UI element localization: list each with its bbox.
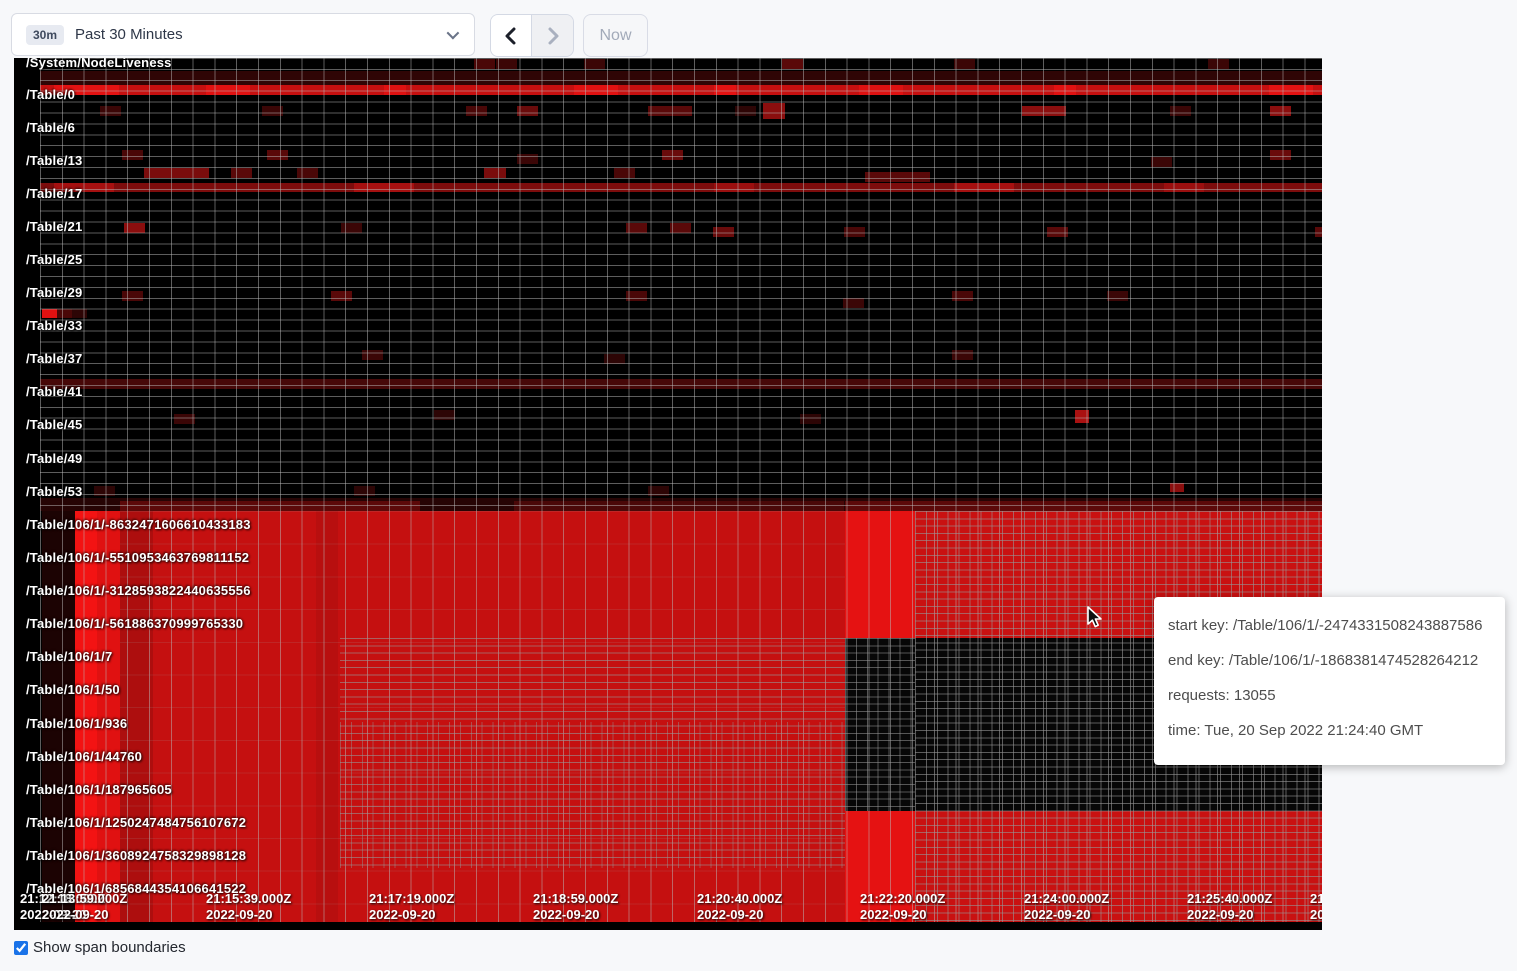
cell-tooltip: start key: /Table/106/1/-247433150824388… xyxy=(1154,597,1505,765)
heatmap-x-axis-label: 21:17:19.000Z2022-09-20 xyxy=(369,891,454,923)
heatmap-canvas[interactable]: /System/NodeLiveness/Table/0/Table/6/Tab… xyxy=(14,58,1322,930)
heatmap-row-label: /Table/29 xyxy=(26,285,82,300)
chevron-left-icon xyxy=(503,26,519,46)
heatmap-row-label: /Table/37 xyxy=(26,351,82,366)
tooltip-start-key: start key: /Table/106/1/-247433150824388… xyxy=(1154,608,1505,643)
show-span-boundaries-label: Show span boundaries xyxy=(33,939,186,956)
heatmap-row-label: /Table/106/1/-561886370999765330 xyxy=(26,616,243,631)
heatmap-row-label: /Table/106/1/50 xyxy=(26,682,120,697)
heatmap-row-label: /Table/13 xyxy=(26,153,82,168)
heatmap-x-axis-label: 21:27:20.000Z2022-09-20 xyxy=(1310,891,1322,923)
heatmap-row-label: /Table/106/1/44760 xyxy=(26,749,142,764)
heatmap-region xyxy=(14,922,1322,930)
chevron-down-icon xyxy=(447,27,460,40)
back-button[interactable] xyxy=(491,15,532,56)
time-range-label: Past 30 Minutes xyxy=(75,26,183,43)
heatmap-gridlines xyxy=(845,638,915,811)
heatmap-x-axis-label: 21:18:59.000Z2022-09-20 xyxy=(533,891,618,923)
heatmap-row-label: /Table/106/1/936 xyxy=(26,716,127,731)
now-button[interactable]: Now xyxy=(583,14,648,57)
heatmap-row-label: /Table/106/1/1250247484756107672 xyxy=(26,815,246,830)
heatmap-row-label: /Table/6 xyxy=(26,120,75,135)
footer: Show span boundaries xyxy=(14,939,186,956)
time-range-select[interactable]: 30m Past 30 Minutes xyxy=(11,13,475,56)
heatmap-row-label: /Table/21 xyxy=(26,219,82,234)
heatmap-gridlines xyxy=(340,722,845,868)
heatmap-x-axis-label: 21:20:40.000Z2022-09-20 xyxy=(697,891,782,923)
forward-button[interactable] xyxy=(532,15,573,56)
heatmap-row-label: /Table/106/1/-8632471606610433183 xyxy=(26,517,251,532)
heatmap-row-label: /Table/106/1/3608924758329898128 xyxy=(26,848,246,863)
heatmap-row-label: /Table/0 xyxy=(26,87,75,102)
heatmap-row-label: /Table/41 xyxy=(26,384,82,399)
heatmap-row-label: /Table/49 xyxy=(26,451,82,466)
heatmap-row-label: /System/NodeLiveness xyxy=(26,58,172,70)
heatmap-row-label: /Table/106/1/187965605 xyxy=(26,782,172,797)
tooltip-end-key: end key: /Table/106/1/-18683814745282642… xyxy=(1154,643,1505,678)
heatmap-row-label: /Table/106/1/7 xyxy=(26,649,112,664)
heatmap-row-label: /Table/106/1/-3128593822440635556 xyxy=(26,583,251,598)
heatmap-row-label: /Table/25 xyxy=(26,252,82,267)
tooltip-requests: requests: 13055 xyxy=(1154,678,1505,713)
show-span-boundaries-checkbox[interactable] xyxy=(14,941,28,955)
heatmap-x-axis-label: 21:25:40.000Z2022-09-20 xyxy=(1187,891,1272,923)
heatmap-x-axis-label: 21:22:20.000Z2022-09-20 xyxy=(860,891,945,923)
tooltip-time: time: Tue, 20 Sep 2022 21:24:40 GMT xyxy=(1154,713,1505,748)
time-nav-group xyxy=(490,14,574,57)
time-range-badge: 30m xyxy=(26,25,64,45)
chevron-right-icon xyxy=(545,26,561,46)
heatmap-row-label: /Table/33 xyxy=(26,318,82,333)
mouse-cursor-icon xyxy=(1083,605,1105,629)
heatmap-x-axis-label: 21:24:00.000Z2022-09-20 xyxy=(1024,891,1109,923)
toolbar: 30m Past 30 Minutes Now xyxy=(0,0,1517,60)
heatmap-row-label: /Table/17 xyxy=(26,186,82,201)
heatmap-x-axis-label: 21:15:39.000Z2022-09-20 xyxy=(206,891,291,923)
heatmap-row-label: /Table/45 xyxy=(26,417,82,432)
heatmap-row-label: /Table/106/1/-5510953463769811152 xyxy=(26,550,249,565)
heatmap-gridlines xyxy=(40,58,1322,511)
heatmap-x-axis-label: 21:13:59.000Z2022-09-20 xyxy=(42,891,127,923)
heatmap-row-label: /Table/53 xyxy=(26,484,82,499)
